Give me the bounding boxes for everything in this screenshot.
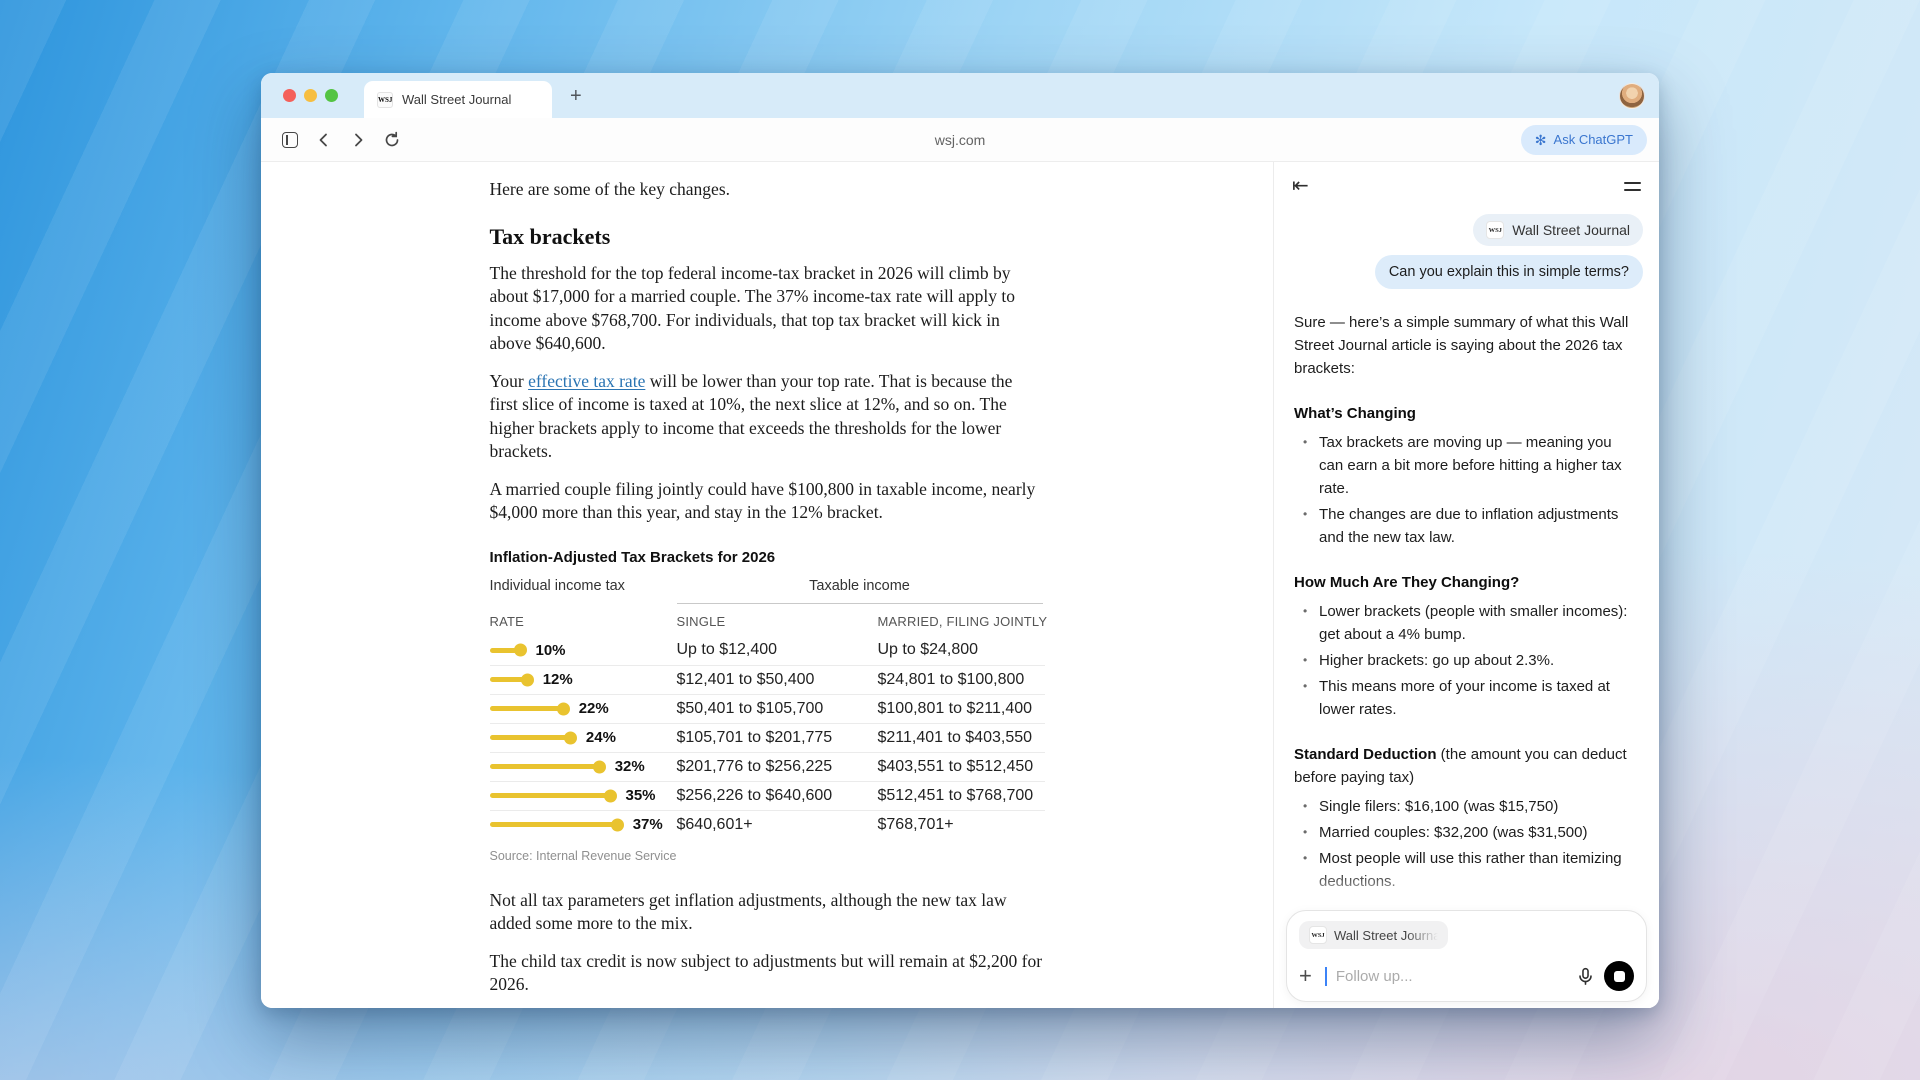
table-row: 24% $105,701 to $201,775$211,401 to $403… <box>490 723 1045 752</box>
table-title: Inflation-Adjusted Tax Brackets for 2026 <box>490 549 1045 566</box>
page-context-chip[interactable]: WSJ Wall Street Journal <box>1473 214 1643 246</box>
reply-bullet: Higher brackets: go up about 2.3%. <box>1294 649 1639 672</box>
table-row: 35% $256,226 to $640,600$512,451 to $768… <box>490 781 1045 810</box>
collapse-sidebar-icon[interactable]: ⇤ <box>1292 176 1309 196</box>
article-paragraph: A married couple filing jointly could ha… <box>490 478 1045 525</box>
article-intro: Here are some of the key changes. <box>490 178 1045 202</box>
reply-section-heading: How Much Are They Changing? <box>1294 571 1639 594</box>
reply-bullet: Lower brackets (people with smaller inco… <box>1294 600 1639 646</box>
reply-bullet-list: Tax brackets are moving up — meaning you… <box>1294 431 1639 549</box>
close-button[interactable] <box>283 89 296 102</box>
reply-bullet-list: Single filers: $16,100 (was $15,750) Mar… <box>1294 795 1639 893</box>
reply-intro: Sure — here’s a simple summary of what t… <box>1294 311 1639 380</box>
wsj-favicon-icon: WSJ <box>1309 926 1327 944</box>
tab-title: Wall Street Journal <box>402 92 511 107</box>
chatgpt-sidebar: ⇤ WSJ Wall Street Journal Can you explai… <box>1273 162 1659 1008</box>
article-section-heading: Tax brackets <box>490 224 1045 250</box>
article-paragraph: Not all tax parameters get inflation adj… <box>490 889 1045 936</box>
col-header-single: SINGLE <box>677 614 878 629</box>
user-message-bubble: Can you explain this in simple terms? <box>1375 255 1643 289</box>
new-tab-button[interactable]: + <box>570 86 582 106</box>
table-right-header: Taxable income <box>677 578 1043 604</box>
table-left-header: Individual income tax <box>490 578 677 604</box>
address-url[interactable]: wsj.com <box>935 132 986 148</box>
reply-section-heading: What’s Changing <box>1294 402 1639 425</box>
zoom-button[interactable] <box>325 89 338 102</box>
table-row: 12% $12,401 to $50,400$24,801 to $100,80… <box>490 665 1045 694</box>
reply-bullet: This means more of your income is taxed … <box>1294 675 1639 721</box>
minimize-button[interactable] <box>304 89 317 102</box>
wsj-favicon-icon: WSJ <box>1486 221 1504 239</box>
wsj-favicon-icon: WSJ <box>377 92 393 108</box>
reply-section-heading: Standard Deduction (the amount you can d… <box>1294 743 1639 789</box>
tax-brackets-table: Inflation-Adjusted Tax Brackets for 2026… <box>490 549 1045 863</box>
article-paragraph: Your effective tax rate will be lower th… <box>490 370 1045 464</box>
browser-window: WSJ Wall Street Journal + wsj.com ✻ Ask … <box>261 73 1659 1008</box>
reply-bullet: Tax brackets are moving up — meaning you… <box>1294 431 1639 500</box>
rate-bar <box>490 677 533 682</box>
article-paragraph: The threshold for the top federal income… <box>490 262 1045 356</box>
attach-plus-icon[interactable]: + <box>1299 965 1312 987</box>
chat-messages: WSJ Wall Street Journal Can you explain … <box>1274 200 1659 289</box>
article-paragraph: The child tax credit is now subject to a… <box>490 950 1045 997</box>
table-row: 22% $50,401 to $105,700$100,801 to $211,… <box>490 694 1045 723</box>
rate-bar <box>490 648 526 653</box>
openai-logo-icon: ✻ <box>1535 133 1547 147</box>
rate-bar <box>490 764 605 769</box>
col-header-rate: RATE <box>490 614 677 629</box>
reply-bullet: Most people will use this rather than it… <box>1294 847 1639 893</box>
rate-bar <box>490 822 623 827</box>
assistant-reply: Sure — here’s a simple summary of what t… <box>1274 289 1659 1008</box>
reply-bullet: The changes are due to inflation adjustm… <box>1294 503 1639 549</box>
sidebar-toggle-icon[interactable] <box>277 127 303 153</box>
col-header-married: MARRIED, FILING JOINTLY <box>878 614 1045 629</box>
table-row: 10% Up to $12,400Up to $24,800 <box>490 636 1045 665</box>
rate-bar <box>490 793 616 798</box>
article-pane[interactable]: Here are some of the key changes. Tax br… <box>261 162 1273 1008</box>
table-source: Source: Internal Revenue Service <box>490 849 1045 863</box>
composer-input-row: + Follow up... <box>1299 961 1634 991</box>
reply-bullet: Married couples: $32,200 (was $31,500) <box>1294 821 1639 844</box>
ask-chatgpt-button[interactable]: ✻ Ask ChatGPT <box>1521 125 1647 155</box>
reply-bullet-list: Lower brackets (people with smaller inco… <box>1294 600 1639 721</box>
reply-bullet: Single filers: $16,100 (was $15,750) <box>1294 795 1639 818</box>
tab-wall-street-journal[interactable]: WSJ Wall Street Journal <box>364 81 552 118</box>
rate-bar <box>490 706 569 711</box>
rate-bar <box>490 735 576 740</box>
reload-icon[interactable] <box>379 127 405 153</box>
tab-bar: WSJ Wall Street Journal + <box>261 73 1659 118</box>
followup-input[interactable]: Follow up... <box>1336 968 1413 985</box>
sidebar-header: ⇤ <box>1274 162 1659 200</box>
composer-context-chip[interactable]: WSJ Wall Street Journal <box>1299 921 1448 949</box>
browser-toolbar: wsj.com ✻ Ask ChatGPT <box>261 118 1659 162</box>
window-controls <box>283 89 338 102</box>
back-icon[interactable] <box>311 127 337 153</box>
text-caret <box>1325 967 1327 986</box>
stop-button[interactable] <box>1604 961 1634 991</box>
chat-composer[interactable]: WSJ Wall Street Journal + Follow up... <box>1286 910 1647 1002</box>
user-avatar[interactable] <box>1619 83 1645 109</box>
forward-icon[interactable] <box>345 127 371 153</box>
microphone-icon[interactable] <box>1576 967 1595 986</box>
table-row: 37% $640,601+$768,701+ <box>490 810 1045 839</box>
sidebar-menu-icon[interactable] <box>1624 182 1641 191</box>
effective-tax-rate-link[interactable]: effective tax rate <box>528 371 645 391</box>
table-row: 32% $201,776 to $256,225$403,551 to $512… <box>490 752 1045 781</box>
